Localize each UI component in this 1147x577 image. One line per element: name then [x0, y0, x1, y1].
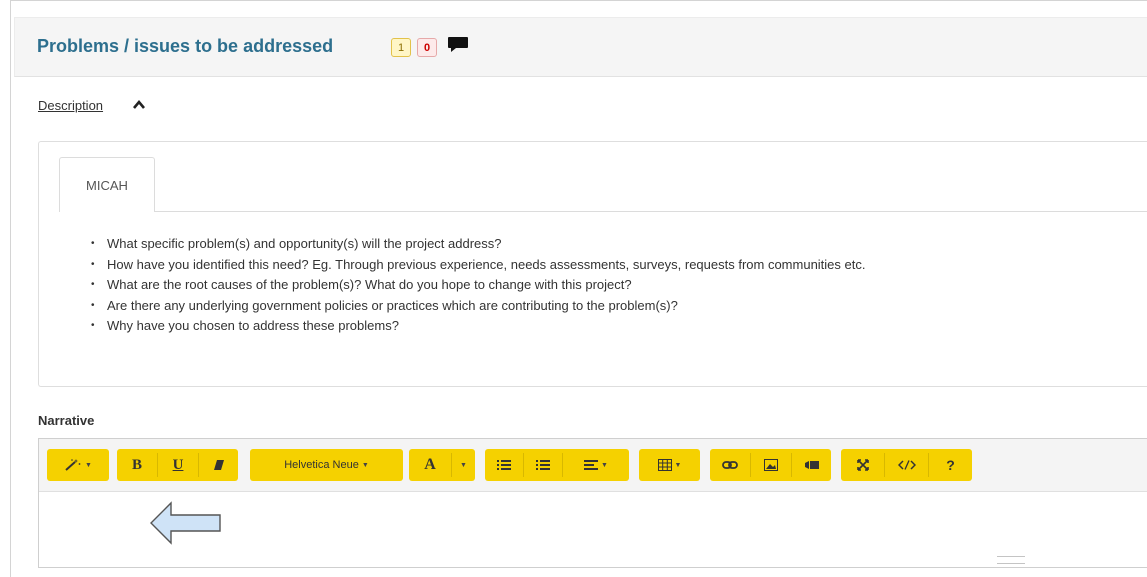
insert-group	[710, 449, 831, 481]
underline-button[interactable]: U	[158, 449, 198, 481]
link-button[interactable]	[710, 449, 750, 481]
font-style-group: B U	[117, 449, 238, 481]
narrative-label: Narrative	[38, 413, 95, 428]
align-dropdown-button[interactable]: ▼	[563, 449, 629, 481]
panel-title: Problems / issues to be addressed	[37, 36, 334, 56]
font-family-select[interactable]: Helvetica Neue ▼	[250, 449, 403, 481]
list-item: Are there any underlying government poli…	[91, 296, 865, 317]
narrative-editor: ▼ B U Helvetica Neue ▼ A ▼ ▼ ▼ ?	[38, 438, 1147, 568]
table-dropdown-button[interactable]: ▼	[639, 449, 700, 481]
ordered-list-icon	[536, 460, 550, 470]
color-group: A ▼	[409, 449, 475, 481]
left-arrow-indicator	[150, 501, 221, 545]
list-item: Why have you chosen to address these pro…	[91, 316, 865, 337]
table-icon	[657, 459, 672, 471]
magic-wand-icon	[65, 459, 81, 471]
unordered-list-icon	[497, 460, 511, 470]
eraser-icon	[213, 460, 224, 470]
comment-icon[interactable]	[447, 36, 469, 54]
editor-toolbar: ▼ B U Helvetica Neue ▼ A ▼ ▼ ▼ ?	[39, 439, 1147, 492]
question-list: What specific problem(s) and opportunity…	[91, 234, 865, 337]
link-icon	[722, 461, 738, 469]
table-group: ▼	[639, 449, 700, 481]
list-item: What specific problem(s) and opportunity…	[91, 234, 865, 255]
code-view-icon	[897, 460, 916, 470]
fullscreen-button[interactable]	[841, 449, 884, 481]
picture-icon	[764, 459, 778, 471]
list-item: How have you identified this need? Eg. T…	[91, 255, 865, 276]
resize-handle[interactable]	[997, 556, 1025, 564]
description-toggle[interactable]: Description	[38, 98, 145, 113]
style-button[interactable]: ▼	[47, 449, 109, 481]
video-button[interactable]	[792, 449, 831, 481]
description-toggle-label: Description	[38, 98, 104, 113]
video-icon	[804, 461, 819, 469]
code-view-button[interactable]	[885, 449, 928, 481]
style-group: ▼	[47, 449, 109, 481]
list-item: What are the root causes of the problem(…	[91, 275, 865, 296]
description-box: MICAH What specific problem(s) and oppor…	[38, 141, 1147, 387]
color-dropdown-button[interactable]: ▼	[452, 449, 475, 481]
font-family-label: Helvetica Neue	[284, 459, 359, 471]
font-family-group: Helvetica Neue ▼	[250, 449, 403, 481]
ordered-list-button[interactable]	[524, 449, 562, 481]
tab-micah[interactable]: MICAH	[59, 157, 155, 212]
misc-group: ?	[841, 449, 972, 481]
clear-format-button[interactable]	[199, 449, 238, 481]
panel-header: Problems / issues to be addressed 1 0	[14, 17, 1147, 77]
unordered-list-button[interactable]	[485, 449, 523, 481]
count-badge-yellow[interactable]: 1	[391, 38, 411, 57]
help-button[interactable]: ?	[929, 449, 972, 481]
align-icon	[584, 460, 599, 470]
narrative-textarea[interactable]	[39, 492, 1147, 569]
fullscreen-icon	[856, 459, 869, 471]
bold-button[interactable]: B	[117, 449, 157, 481]
caret-up-icon	[133, 99, 145, 109]
count-badge-red[interactable]: 0	[417, 38, 437, 57]
paragraph-group: ▼	[485, 449, 629, 481]
tab-divider	[155, 211, 1147, 212]
picture-button[interactable]	[751, 449, 791, 481]
font-color-button[interactable]: A	[409, 449, 451, 481]
